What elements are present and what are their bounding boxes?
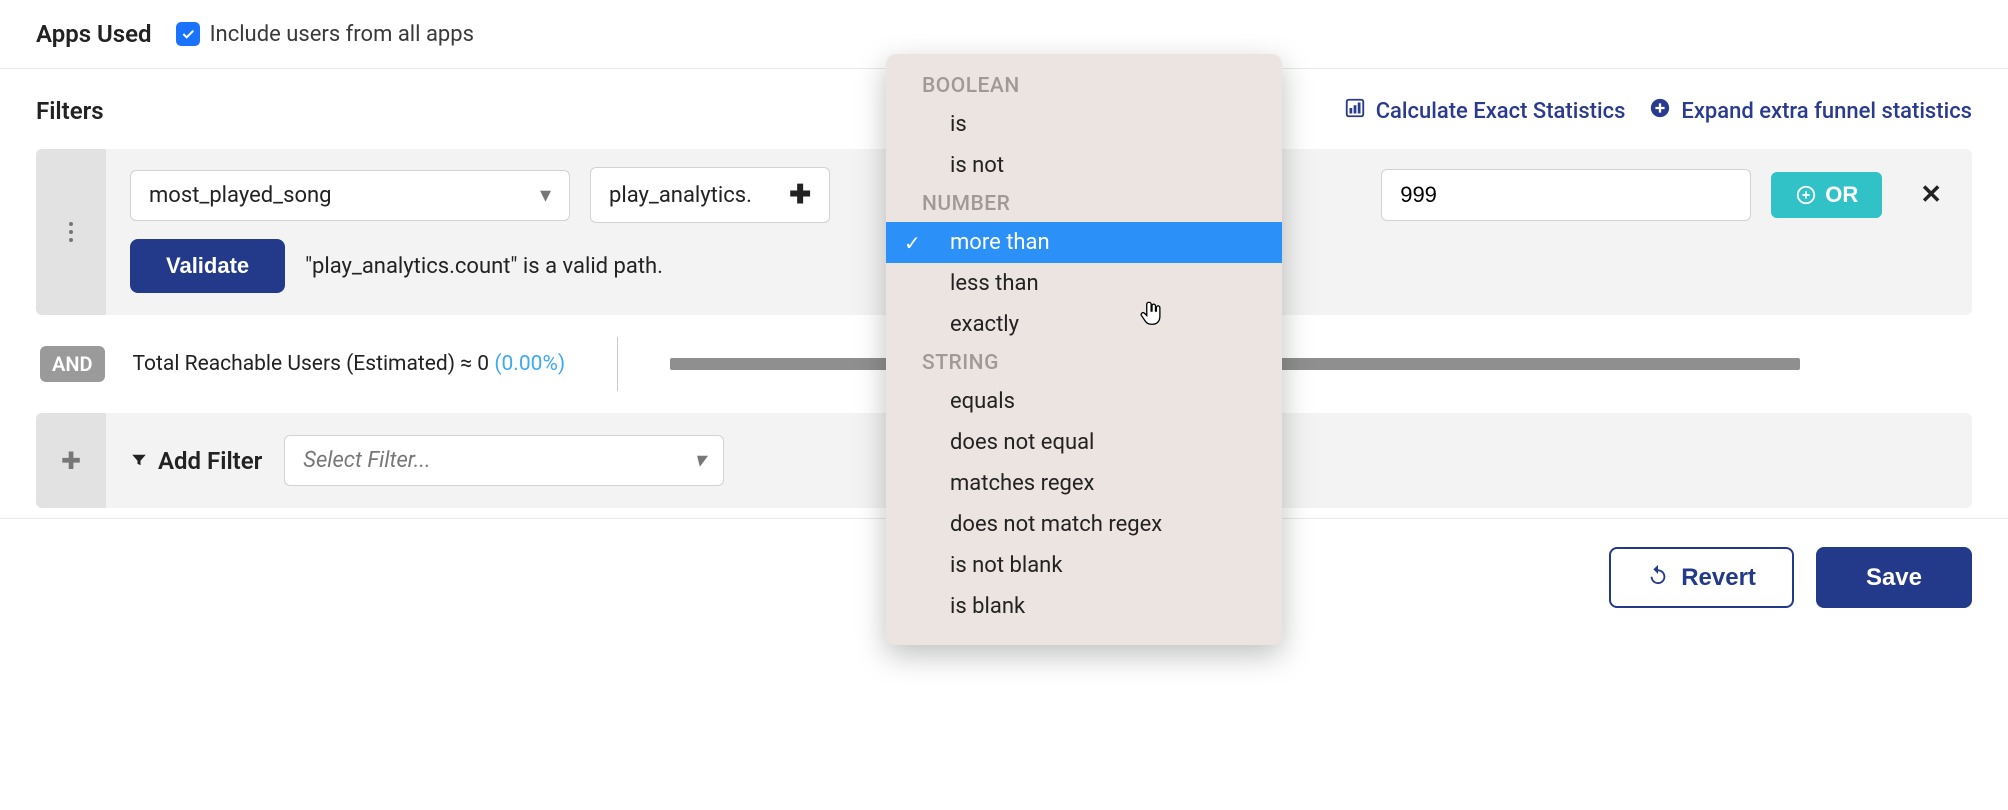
validate-button[interactable]: Validate	[130, 239, 285, 293]
validation-message: "play_analytics.count" is a valid path.	[305, 254, 663, 279]
calculate-stats-text: Calculate Exact Statistics	[1376, 99, 1626, 124]
save-button[interactable]: Save	[1816, 547, 1972, 608]
or-button[interactable]: OR	[1771, 172, 1882, 218]
select-filter-dropdown[interactable]: Select Filter... ▾	[284, 435, 724, 486]
drag-handle[interactable]	[36, 149, 106, 315]
filters-heading: Filters	[36, 97, 104, 125]
expand-stats-text: Expand extra funnel statistics	[1681, 99, 1972, 124]
add-filter-label: Add Filter	[158, 447, 262, 475]
select-filter-placeholder: Select Filter...	[303, 448, 430, 473]
chevron-down-icon: ▾	[694, 448, 705, 473]
include-all-apps-checkbox[interactable]: Include users from all apps	[176, 22, 474, 47]
value-input[interactable]	[1381, 169, 1751, 221]
plus-circle-icon	[1795, 184, 1817, 206]
undo-icon	[1647, 563, 1669, 592]
dropdown-item[interactable]: does not equal	[886, 422, 1282, 463]
path-select-value: play_analytics.	[609, 183, 752, 208]
dropdown-item[interactable]: is not blank	[886, 545, 1282, 586]
field-select-value: most_played_song	[149, 183, 332, 208]
plus-circle-icon	[1649, 97, 1671, 125]
field-select[interactable]: most_played_song ▾	[130, 170, 570, 221]
or-label: OR	[1825, 182, 1858, 208]
dropdown-item[interactable]: equals	[886, 381, 1282, 422]
plus-icon: ✚	[789, 180, 811, 210]
reach-pct: (0.00%)	[494, 352, 565, 376]
include-all-apps-label: Include users from all apps	[210, 22, 474, 47]
revert-button[interactable]: Revert	[1609, 547, 1794, 608]
dropdown-item[interactable]: does not match regex	[886, 504, 1282, 545]
chevron-down-icon: ▾	[540, 183, 551, 208]
stats-icon	[1344, 97, 1366, 125]
path-select[interactable]: play_analytics. ✚	[590, 167, 830, 223]
calculate-stats-link[interactable]: Calculate Exact Statistics	[1344, 97, 1626, 125]
divider	[617, 337, 618, 391]
check-icon	[176, 22, 200, 46]
dropdown-group-label: STRING	[886, 345, 1282, 381]
dropdown-item[interactable]: matches regex	[886, 463, 1282, 504]
add-filter-handle[interactable]: ✚	[36, 413, 106, 508]
dropdown-item[interactable]: exactly	[886, 304, 1282, 345]
remove-filter-button[interactable]: ✕	[1920, 180, 1942, 210]
dropdown-item[interactable]: is blank	[886, 586, 1282, 627]
and-badge: AND	[40, 346, 105, 382]
filter-icon	[130, 447, 148, 475]
dropdown-item[interactable]: is	[886, 104, 1282, 145]
reach-text: Total Reachable Users (Estimated) ≈ 0 (0…	[133, 352, 566, 376]
dropdown-item[interactable]: less than	[886, 263, 1282, 304]
apps-used-heading: Apps Used	[36, 20, 152, 48]
revert-label: Revert	[1681, 564, 1756, 592]
expand-stats-link[interactable]: Expand extra funnel statistics	[1649, 97, 1972, 125]
dropdown-group-label: BOOLEAN	[886, 68, 1282, 104]
dropdown-item[interactable]: is not	[886, 145, 1282, 186]
dropdown-group-label: NUMBER	[886, 186, 1282, 222]
operator-dropdown[interactable]: BOOLEANisis notNUMBERmore thanless thane…	[886, 54, 1282, 645]
dropdown-item[interactable]: more than	[886, 222, 1282, 263]
